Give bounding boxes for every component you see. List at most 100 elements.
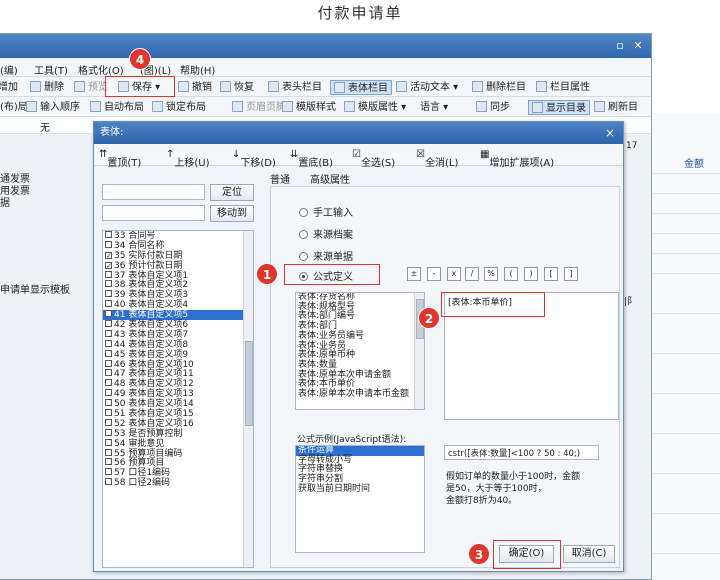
select-all-button[interactable]: ☑ 全选(S) bbox=[352, 149, 395, 169]
template-style-button[interactable]: 模版样式 bbox=[282, 100, 336, 115]
checkbox-icon[interactable] bbox=[105, 418, 112, 426]
radio-document[interactable]: 来源单据 bbox=[299, 248, 353, 263]
column-item[interactable]: 33 合同号 bbox=[103, 231, 253, 241]
checkbox-icon[interactable] bbox=[105, 310, 112, 318]
checkbox-icon[interactable] bbox=[105, 458, 112, 466]
move-up-button[interactable]: ↑ 上移(U) bbox=[166, 149, 210, 169]
move-to-button[interactable]: 移动到 bbox=[210, 205, 254, 222]
radio-archive[interactable]: 来源档案 bbox=[299, 226, 353, 241]
preview-button[interactable]: 预览 bbox=[74, 80, 108, 95]
checkbox-icon[interactable] bbox=[105, 389, 112, 397]
clear-all-button[interactable]: ☒ 全消(L) bbox=[416, 149, 458, 169]
column-item[interactable]: 49 表体自定义项13 bbox=[103, 389, 253, 399]
field-item[interactable]: 表体:原单本次申请本币金额 bbox=[296, 389, 424, 400]
layout-button[interactable]: (布)局 bbox=[0, 100, 28, 115]
column-item[interactable]: 52 表体自定义项16 bbox=[103, 418, 253, 429]
undo-button[interactable]: 撤销 bbox=[178, 80, 212, 95]
refresh-directory-button[interactable]: 刷新目 bbox=[594, 100, 638, 115]
column-props-button[interactable]: 栏目属性 bbox=[536, 80, 590, 95]
column-item[interactable]: 47 表体自定义项11 bbox=[103, 369, 253, 379]
column-item[interactable]: 46 表体自定义项10 bbox=[103, 359, 253, 370]
column-item[interactable]: 56 预算项目 bbox=[103, 458, 253, 468]
operator-rbracket[interactable]: ] bbox=[564, 267, 578, 281]
column-item[interactable]: 42 表体自定义项6 bbox=[103, 320, 253, 330]
column-item[interactable]: 40 表体自定义项4 bbox=[103, 300, 253, 310]
move-top-button[interactable]: ⇈ 置顶(T) bbox=[99, 149, 141, 169]
column-item[interactable]: 39 表体自定义项3 bbox=[103, 290, 253, 300]
column-item[interactable]: 50 表体自定义项14 bbox=[103, 399, 253, 409]
checkbox-icon[interactable] bbox=[105, 240, 112, 248]
column-item[interactable]: 51 表体自定义项15 bbox=[103, 409, 253, 419]
column-item[interactable]: ✓ 36 预计付款日期 bbox=[103, 261, 253, 271]
menu-item[interactable]: (编) bbox=[0, 62, 18, 77]
checkbox-icon[interactable] bbox=[105, 339, 112, 347]
checkbox-icon[interactable] bbox=[105, 369, 112, 377]
checkbox-icon[interactable] bbox=[105, 359, 112, 367]
column-item[interactable]: 48 表体自定义项12 bbox=[103, 379, 253, 389]
restore-icon[interactable]: ▫ bbox=[612, 38, 628, 54]
language-button[interactable]: 语言 ▾ bbox=[420, 100, 448, 115]
column-list[interactable]: 33 合同号 34 合同名称 ✓ 35 实际付款日期 ✓ 36 预计付款日期 37 表体自定… bbox=[102, 230, 254, 568]
auto-layout-button[interactable]: 自动布局 bbox=[90, 100, 144, 115]
column-item[interactable]: 44 表体自定义项8 bbox=[103, 339, 253, 350]
sync-button[interactable]: 同步 bbox=[476, 100, 510, 115]
checkbox-icon[interactable] bbox=[105, 280, 112, 288]
column-item[interactable]: 37 表体自定义项1 bbox=[103, 270, 253, 281]
checkbox-icon[interactable] bbox=[105, 329, 112, 337]
operator-multiply[interactable]: ⅹ bbox=[447, 267, 461, 281]
scroll-thumb[interactable] bbox=[245, 341, 253, 426]
checkbox-icon[interactable] bbox=[105, 290, 112, 298]
redo-button[interactable]: 恢复 bbox=[220, 80, 254, 95]
column-item[interactable]: ✓ 35 实际付款日期 bbox=[103, 251, 253, 261]
tab-general[interactable]: 普通 bbox=[270, 171, 290, 186]
active-text-button[interactable]: 活动文本 ▾ bbox=[396, 80, 458, 95]
menu-item-format[interactable]: 格式化(O) bbox=[78, 62, 124, 77]
column-item[interactable]: 57 口径1编码 bbox=[103, 468, 253, 478]
checkbox-icon[interactable] bbox=[105, 349, 112, 357]
checkbox-icon[interactable] bbox=[105, 399, 112, 407]
header-footer-button[interactable]: 页眉页脚 bbox=[232, 100, 286, 115]
operator-plus[interactable]: ± bbox=[407, 267, 421, 281]
operator-divide[interactable]: / bbox=[465, 267, 479, 281]
operator-lbracket[interactable]: [ bbox=[544, 267, 558, 281]
checkbox-icon[interactable] bbox=[105, 438, 112, 446]
header-columns-button[interactable]: 表头栏目 bbox=[268, 80, 322, 95]
column-item[interactable]: 58 口径2编码 bbox=[103, 478, 253, 488]
delete-button[interactable]: 删除 bbox=[30, 80, 64, 95]
checkbox-icon[interactable] bbox=[105, 300, 112, 308]
operator-percent[interactable]: % bbox=[484, 267, 498, 281]
column-item[interactable]: 45 表体自定义项9 bbox=[103, 349, 253, 360]
checkbox-icon[interactable] bbox=[105, 320, 112, 328]
example-item[interactable]: 获取当前日期时间 bbox=[296, 484, 424, 495]
checkbox-icon[interactable] bbox=[105, 468, 112, 476]
field-list[interactable]: 表体:存货名称 表体:规格型号 表体:部门编号 表体:部门 表体:业务员编号 表体:业务员… bbox=[295, 292, 425, 410]
add-button[interactable]: 增加 bbox=[0, 80, 18, 95]
radio-manual[interactable]: 手工输入 bbox=[299, 204, 353, 219]
checkbox-icon[interactable] bbox=[105, 270, 112, 278]
cancel-button[interactable]: 取消(C) bbox=[563, 545, 615, 563]
column-item[interactable]: 55 预算项目编码 bbox=[103, 448, 253, 459]
close-icon[interactable]: × bbox=[605, 122, 615, 144]
locate-button[interactable]: 定位 bbox=[210, 184, 254, 201]
column-item[interactable]: 43 表体自定义项7 bbox=[103, 329, 253, 340]
menu-item-help[interactable]: 帮助(H) bbox=[180, 62, 215, 77]
column-item[interactable]: 53 是否预算控制 bbox=[103, 428, 253, 439]
add-extension-button[interactable]: ▦ 增加扩展项(A) bbox=[480, 149, 554, 169]
move-to-input[interactable] bbox=[102, 205, 205, 221]
menu-item-tools[interactable]: 工具(T) bbox=[34, 62, 68, 77]
move-down-button[interactable]: ↓ 下移(D) bbox=[232, 149, 276, 169]
checkbox-icon[interactable] bbox=[105, 409, 112, 417]
column-item[interactable]: 34 合同名称 bbox=[103, 240, 253, 251]
template-props-button[interactable]: 模版属性 ▾ bbox=[344, 100, 406, 115]
lock-layout-button[interactable]: 锁定布局 bbox=[152, 100, 206, 115]
checkbox-checked-icon[interactable]: ✓ bbox=[105, 251, 112, 259]
column-item[interactable]: 38 表体自定义项2 bbox=[103, 280, 253, 290]
field-value[interactable]: 无 bbox=[40, 119, 50, 134]
checkbox-icon[interactable] bbox=[105, 478, 112, 486]
operator-rparen[interactable]: ) bbox=[524, 267, 538, 281]
checkbox-checked-icon[interactable]: ✓ bbox=[105, 261, 112, 269]
input-order-button[interactable]: 输入顺序 bbox=[26, 100, 80, 115]
checkbox-icon[interactable] bbox=[105, 428, 112, 436]
move-bottom-button[interactable]: ⇊ 置底(B) bbox=[290, 149, 333, 169]
operator-lparen[interactable]: ( bbox=[504, 267, 518, 281]
